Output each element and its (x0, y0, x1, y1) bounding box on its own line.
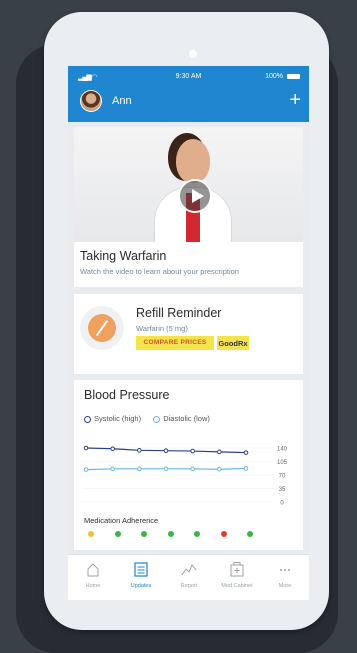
bp-legend: Systolic (high) Diastolic (low) (84, 414, 220, 423)
tab-updates[interactable]: Updates (117, 561, 165, 589)
diastolic-point[interactable] (137, 466, 142, 472)
adherence-label: Medication Adherence (84, 516, 159, 525)
systolic-point[interactable] (110, 446, 115, 452)
y-tick-label: 35 (279, 487, 286, 493)
systolic-point[interactable] (217, 449, 222, 455)
pill-icon (88, 314, 116, 342)
diastolic-point[interactable] (83, 467, 89, 472)
adherence-dot (247, 531, 253, 537)
profile-header: Ann + (68, 88, 309, 122)
play-icon[interactable] (178, 179, 212, 213)
refill-title: Refill Reminder (136, 306, 222, 320)
status-bar: ▂▄▆ ◠ 9:30 AM 100% (68, 66, 309, 88)
home-icon (87, 563, 99, 577)
video-subtitle: Watch the video to learn about your pres… (80, 267, 239, 276)
legend-systolic: Systolic (high) (94, 414, 142, 423)
bp-title: Blood Pressure (84, 388, 170, 402)
battery-icon (287, 74, 300, 79)
tab-label-more: More (278, 583, 292, 589)
legend-diastolic: Diastolic (low) (163, 414, 210, 423)
adherence-dot (114, 531, 121, 537)
video-thumbnail[interactable] (74, 127, 303, 242)
med-cabinet-icon (230, 562, 244, 577)
doctor-head (176, 139, 210, 183)
compare-prices-button[interactable]: COMPARE PRICES (136, 336, 214, 350)
pill-icon-wrap (80, 306, 124, 350)
systolic-point[interactable] (83, 445, 89, 451)
phone-speaker (189, 50, 197, 58)
tab-label-updates: Updates (130, 583, 152, 589)
diastolic-point[interactable] (217, 466, 222, 472)
y-tick-label: 0 (280, 501, 284, 507)
report-icon (181, 564, 197, 576)
tab-report[interactable]: Report (165, 561, 213, 589)
adherence-dot (141, 531, 147, 537)
blood-pressure-card[interactable]: Blood Pressure Systolic (high) Diastolic… (74, 380, 303, 550)
tab-home[interactable]: Home (69, 561, 117, 589)
systolic-legend-icon (84, 415, 91, 423)
adherence-dot (194, 531, 200, 537)
systolic-point[interactable] (243, 450, 249, 455)
adherence-dot (167, 531, 174, 537)
goodrx-logo[interactable]: GoodRx (217, 336, 249, 350)
tab-label-report: Report (180, 583, 198, 589)
tab-bar: Home Updates Report Med Cabinet More (68, 554, 309, 600)
diastolic-point[interactable] (163, 466, 169, 472)
refill-drug: Warfarin (5 mg) (136, 324, 188, 333)
app-screen: ▂▄▆ ◠ 9:30 AM 100% Ann + Taking Warfarin… (68, 66, 309, 600)
adherence-dot (88, 531, 94, 537)
refill-card[interactable]: Refill Reminder Warfarin (5 mg) COMPARE … (74, 294, 303, 374)
more-icon (280, 569, 290, 571)
y-tick-label: 140 (277, 447, 288, 453)
diastolic-point[interactable] (190, 466, 195, 472)
systolic-point[interactable] (137, 448, 142, 453)
video-title: Taking Warfarin (80, 249, 167, 263)
video-card[interactable]: Taking Warfarin Watch the video to learn… (74, 127, 303, 287)
adherence-dot (220, 531, 227, 537)
app-header: ▂▄▆ ◠ 9:30 AM 100% Ann + (68, 66, 309, 122)
username: Ann (112, 95, 132, 107)
tab-more[interactable]: More (261, 561, 309, 589)
y-tick-label: 105 (277, 460, 288, 466)
systolic-point[interactable] (190, 448, 195, 454)
tab-med-cabinet[interactable]: Med Cabinet (213, 561, 261, 589)
avatar[interactable] (80, 90, 102, 112)
add-button[interactable]: + (289, 88, 301, 112)
diastolic-point[interactable] (243, 466, 249, 471)
battery-percent: 100% (265, 73, 283, 80)
bp-chart: 140 105 70 35 0 (82, 445, 288, 507)
tab-label-med-cabinet: Med Cabinet (221, 583, 253, 589)
diastolic-legend-icon (153, 415, 161, 423)
systolic-point[interactable] (163, 448, 169, 453)
updates-icon (134, 562, 148, 577)
diastolic-point[interactable] (110, 466, 115, 472)
tab-label-home: Home (85, 583, 101, 589)
y-tick-label: 70 (279, 474, 286, 480)
